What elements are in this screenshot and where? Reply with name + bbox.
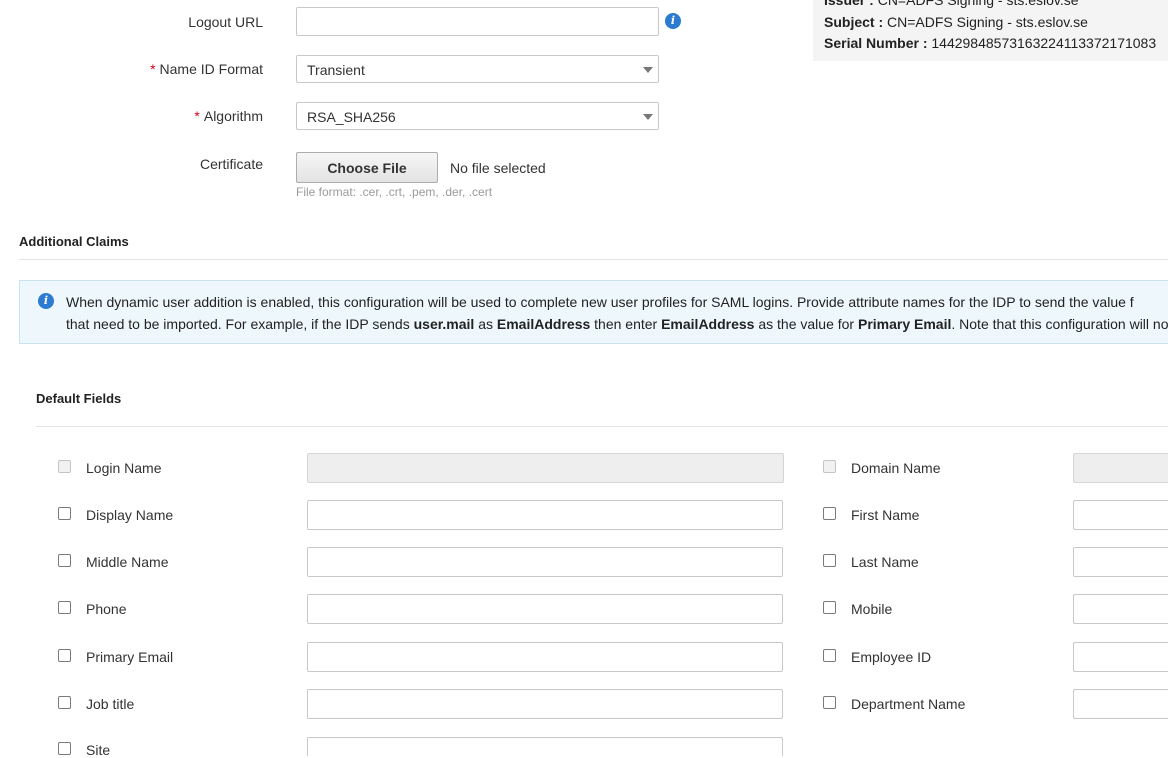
mobile-checkbox[interactable] — [823, 601, 836, 614]
info-emphasis: EmailAddress — [661, 316, 755, 332]
info-emphasis: user.mail — [413, 316, 475, 332]
info-text: . Note that this configuration will no — [951, 316, 1168, 332]
cert-serial-value: 14429848573163224113372171083 — [931, 35, 1157, 51]
algorithm-value: RSA_SHA256 — [307, 109, 396, 125]
info-text-line-2: that need to be imported. For example, i… — [66, 316, 1168, 332]
info-circle-icon[interactable]: i — [665, 13, 681, 29]
middle-name-label: Middle Name — [86, 554, 169, 570]
last-name-checkbox[interactable] — [823, 554, 836, 567]
phone-checkbox[interactable] — [58, 601, 71, 614]
middle-name-checkbox[interactable] — [58, 554, 71, 567]
cert-issuer-value: CN=ADFS Signing - sts.eslov.se — [877, 0, 1079, 8]
info-emphasis: EmailAddress — [496, 316, 591, 332]
algorithm-select[interactable]: RSA_SHA256 — [296, 102, 659, 130]
site-input[interactable] — [307, 737, 783, 756]
first-name-input[interactable] — [1073, 500, 1168, 530]
login-name-checkbox[interactable] — [58, 460, 71, 473]
cert-subject-value: CN=ADFS Signing - sts.eslov.se — [887, 14, 1088, 30]
algorithm-label-text: Algorithm — [203, 108, 263, 124]
phone-label: Phone — [86, 601, 127, 617]
cert-subject-label: Subject : — [824, 14, 884, 30]
display-name-input[interactable] — [307, 500, 783, 530]
algorithm-label: * Algorithm — [0, 108, 263, 124]
domain-name-checkbox[interactable] — [823, 460, 836, 473]
default-fields-heading: Default Fields — [36, 391, 122, 406]
info-circle-icon: i — [38, 293, 54, 309]
domain-name-label: Domain Name — [851, 460, 941, 476]
info-text-line-1: When dynamic user addition is enabled, t… — [66, 294, 1134, 310]
first-name-label: First Name — [851, 507, 920, 523]
login-name-input — [307, 453, 784, 483]
employee-id-checkbox[interactable] — [823, 649, 836, 662]
department-name-input[interactable] — [1073, 689, 1168, 719]
additional-claims-heading: Additional Claims — [19, 234, 129, 249]
domain-name-input — [1073, 453, 1168, 483]
site-checkbox[interactable] — [58, 742, 71, 755]
job-title-label: Job title — [86, 696, 135, 712]
login-name-label: Login Name — [86, 460, 162, 476]
choose-file-button[interactable]: Choose File — [296, 152, 438, 183]
cert-subject: Subject : CN=ADFS Signing - sts.eslov.se — [824, 14, 1088, 30]
file-format-hint: File format: .cer, .crt, .pem, .der, .ce… — [296, 185, 493, 199]
info-text: that need to be imported. For example, i… — [66, 316, 414, 332]
additional-claims-info-banner: i When dynamic user addition is enabled,… — [19, 280, 1168, 344]
display-name-checkbox[interactable] — [58, 507, 71, 520]
job-title-input[interactable] — [307, 689, 783, 719]
certificate-info-panel — [813, 0, 1168, 61]
phone-input[interactable] — [307, 594, 783, 624]
name-id-format-select[interactable]: Transient — [296, 55, 659, 83]
name-id-format-value: Transient — [307, 62, 365, 78]
logout-url-label: Logout URL — [188, 14, 263, 30]
file-status-text: No file selected — [450, 160, 546, 176]
display-name-label: Display Name — [86, 507, 174, 523]
name-id-format-label-text: Name ID Format — [159, 61, 263, 77]
primary-email-checkbox[interactable] — [58, 649, 71, 662]
middle-name-input[interactable] — [307, 547, 783, 577]
cert-issuer: Issuer : CN=ADFS Signing - sts.eslov.se — [824, 0, 1079, 8]
department-name-label: Department Name — [851, 696, 966, 712]
first-name-checkbox[interactable] — [823, 507, 836, 520]
mobile-label: Mobile — [851, 601, 893, 617]
required-mark: * — [194, 108, 200, 124]
info-emphasis: Primary Email — [857, 316, 952, 332]
required-mark: * — [150, 61, 156, 77]
employee-id-label: Employee ID — [851, 649, 932, 665]
section-divider — [36, 426, 1168, 427]
employee-id-input[interactable] — [1073, 642, 1168, 672]
chevron-down-icon — [643, 114, 653, 120]
logout-url-input[interactable] — [296, 7, 659, 36]
mobile-input[interactable] — [1073, 594, 1168, 624]
section-divider — [19, 259, 1168, 260]
name-id-format-label: * Name ID Format — [0, 61, 263, 77]
info-text: as the value for — [754, 316, 858, 332]
last-name-label: Last Name — [851, 554, 919, 570]
department-name-checkbox[interactable] — [823, 696, 836, 709]
primary-email-input[interactable] — [307, 642, 783, 672]
cert-serial: Serial Number : 144298485731632241133721… — [824, 35, 1156, 51]
primary-email-label: Primary Email — [86, 649, 174, 665]
certificate-label: Certificate — [199, 156, 263, 172]
last-name-input[interactable] — [1073, 547, 1168, 577]
chevron-down-icon — [643, 67, 653, 73]
cert-issuer-label: Issuer : — [824, 0, 874, 8]
cert-serial-label: Serial Number : — [824, 35, 928, 51]
job-title-checkbox[interactable] — [58, 696, 71, 709]
info-text: then enter — [590, 316, 662, 332]
info-text: as — [474, 316, 497, 332]
